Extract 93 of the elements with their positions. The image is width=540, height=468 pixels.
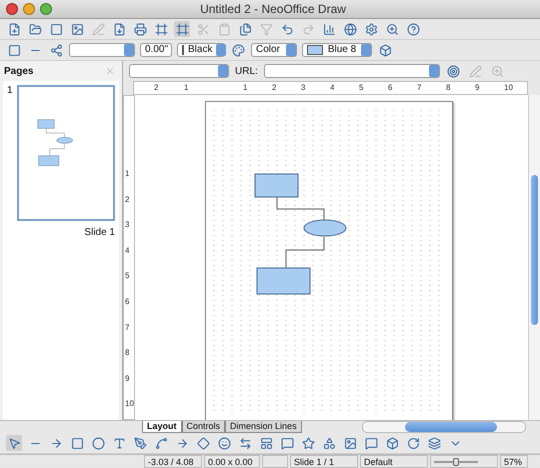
area-fill-select[interactable]: Blue 8 — [302, 43, 372, 57]
ruler-number: 1 — [184, 82, 188, 94]
ruler-number: 5 — [125, 270, 130, 282]
zoom-icon[interactable] — [40, 3, 52, 15]
ruler-number: 6 — [388, 82, 392, 94]
zoom-slider-thumb[interactable] — [453, 458, 459, 466]
image-icon[interactable] — [342, 435, 358, 451]
minimize-icon[interactable] — [23, 3, 35, 15]
ruler-number: 4 — [125, 244, 130, 257]
search-icon[interactable] — [384, 21, 400, 37]
ruler-number: 9 — [125, 372, 130, 385]
size-readout: 0.00 x 0.00 — [204, 455, 260, 468]
print-icon[interactable] — [132, 21, 148, 37]
layout-icon[interactable] — [258, 435, 274, 451]
ruler-number: 7 — [125, 322, 130, 334]
ruler-number: 8 — [446, 82, 450, 94]
ruler-number: 1 — [243, 82, 248, 94]
layer-tab[interactable]: Controls — [182, 421, 226, 433]
slide-label: Slide 1 — [84, 227, 115, 238]
rectangle-shape[interactable] — [256, 268, 310, 294]
target-icon[interactable] — [446, 63, 462, 79]
window-title: Untitled 2 - NeoOffice Draw — [199, 2, 347, 16]
layers-icon[interactable] — [426, 435, 442, 451]
zoom-percent: 57% — [500, 455, 528, 468]
ellipse-shape[interactable] — [304, 220, 346, 236]
pen-icon[interactable] — [132, 435, 148, 451]
connector-icon[interactable] — [153, 435, 169, 451]
square-icon[interactable] — [6, 42, 22, 58]
layer-tab[interactable]: Dimension Lines — [225, 421, 302, 433]
ruler-number: 10 — [125, 398, 134, 410]
pointer-icon[interactable] — [6, 435, 22, 451]
page-thumbnail[interactable] — [16, 85, 115, 221]
ruler-number: 2 — [125, 194, 130, 206]
help-icon[interactable] — [405, 21, 421, 37]
ruler-number: 5 — [359, 82, 364, 94]
ruler-number: 2 — [272, 82, 276, 94]
ellipse-icon[interactable] — [90, 435, 106, 451]
callout-icon[interactable] — [279, 435, 295, 451]
shapes-icon[interactable] — [321, 435, 337, 451]
position-readout: -3.03 / 4.08 — [144, 455, 202, 468]
vertical-scrollbar[interactable] — [528, 95, 540, 420]
connector-icon[interactable] — [48, 42, 64, 58]
files-icon[interactable] — [237, 21, 253, 37]
ruler-number: 9 — [475, 82, 480, 94]
line-color-select[interactable]: Black — [177, 43, 225, 57]
diamond-icon[interactable] — [195, 435, 211, 451]
frame-icon[interactable] — [153, 21, 169, 37]
ruler-number: 2 — [154, 82, 158, 94]
palette-icon[interactable] — [230, 42, 246, 58]
connector-line — [49, 144, 64, 156]
url-field[interactable] — [264, 64, 440, 78]
rectangle-icon[interactable] — [69, 435, 85, 451]
area-style-select[interactable]: Color — [251, 43, 297, 57]
layer-tab[interactable]: Layout — [142, 421, 182, 433]
ruler-number: 4 — [330, 82, 334, 94]
ruler-number: 8 — [125, 347, 130, 360]
rectangle-shape[interactable] — [254, 174, 298, 198]
layout-name: Default — [360, 455, 428, 468]
square-icon[interactable] — [48, 21, 64, 37]
connector-line[interactable] — [276, 196, 324, 220]
zoom-slider[interactable] — [430, 455, 498, 468]
globe-icon[interactable] — [342, 21, 358, 37]
line-style-select[interactable] — [69, 43, 135, 57]
close-icon[interactable] — [6, 3, 18, 15]
text-select[interactable] — [129, 64, 229, 78]
star-icon[interactable] — [300, 435, 316, 451]
page-number: 1 — [7, 85, 13, 98]
horizontal-scrollbar[interactable] — [362, 421, 526, 433]
bar-chart-icon[interactable] — [321, 21, 337, 37]
ellipse-shape — [56, 137, 72, 144]
ruler-number: 3 — [301, 82, 306, 94]
ruler-number: 3 — [125, 219, 130, 232]
shadow-icon[interactable] — [377, 42, 393, 58]
rotate-icon[interactable] — [405, 435, 421, 451]
ruler-number: 10 — [504, 82, 513, 94]
settings-icon[interactable] — [363, 21, 379, 37]
ruler-number: 1 — [125, 168, 130, 180]
frame-icon[interactable] — [174, 21, 190, 37]
line-width-field[interactable]: 0.00" — [140, 43, 172, 57]
connector-line[interactable] — [286, 236, 324, 268]
slide-indicator: Slide 1 / 1 — [290, 455, 358, 468]
url-label: URL: — [235, 66, 258, 76]
connector-line — [46, 128, 64, 138]
rectangle-shape — [37, 119, 54, 129]
image-icon[interactable] — [69, 21, 85, 37]
smiley-icon[interactable] — [216, 435, 232, 451]
folder-icon[interactable] — [27, 21, 43, 37]
ruler-number: 6 — [125, 296, 130, 308]
chat-icon[interactable] — [363, 435, 379, 451]
ruler-number: 7 — [417, 82, 422, 94]
box-icon[interactable] — [384, 435, 400, 451]
panel-title: Pages — [4, 66, 34, 76]
rectangle-shape — [38, 156, 59, 166]
